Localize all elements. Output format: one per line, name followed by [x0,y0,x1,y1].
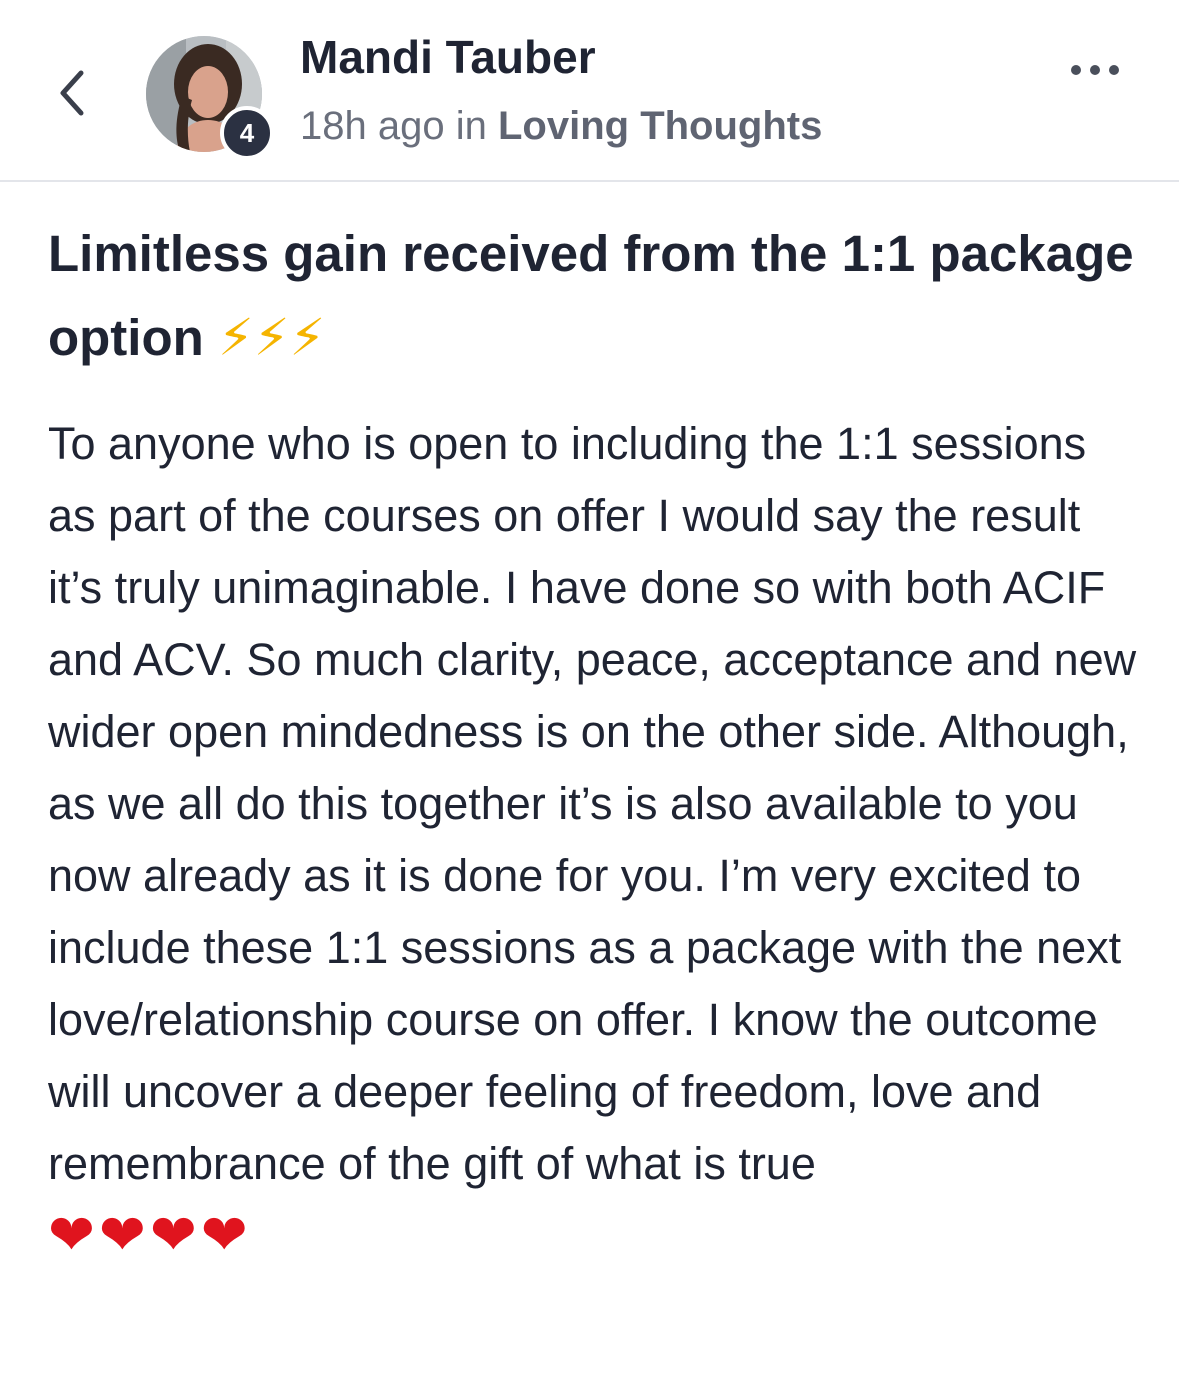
back-button[interactable] [44,58,100,128]
heart-emoji: ❤❤❤❤ [48,1203,252,1268]
more-horizontal-icon [1070,63,1120,81]
group-link[interactable]: Loving Thoughts [498,104,822,148]
level-badge: 4 [220,106,274,160]
post-title: Limitless gain received from the 1:1 pac… [48,212,1148,381]
more-options-button[interactable] [1060,50,1130,94]
author-name[interactable]: Mandi Tauber [300,30,596,84]
lightning-emoji: ⚡⚡⚡ [217,309,326,368]
author-avatar-wrapper[interactable]: 4 [146,36,274,160]
post-time: 18h ago [300,104,445,148]
post-body: To anyone who is open to including the 1… [48,408,1138,1275]
chevron-left-icon [57,69,87,117]
post-meta: 18h ago in Loving Thoughts [300,104,822,149]
post-header: 4 Mandi Tauber 18h ago in Loving Thought… [0,0,1179,182]
post-title-text: Limitless gain received from the 1:1 pac… [48,225,1134,366]
in-label: in [455,104,487,148]
post-body-text: To anyone who is open to including the 1… [48,418,1137,1189]
